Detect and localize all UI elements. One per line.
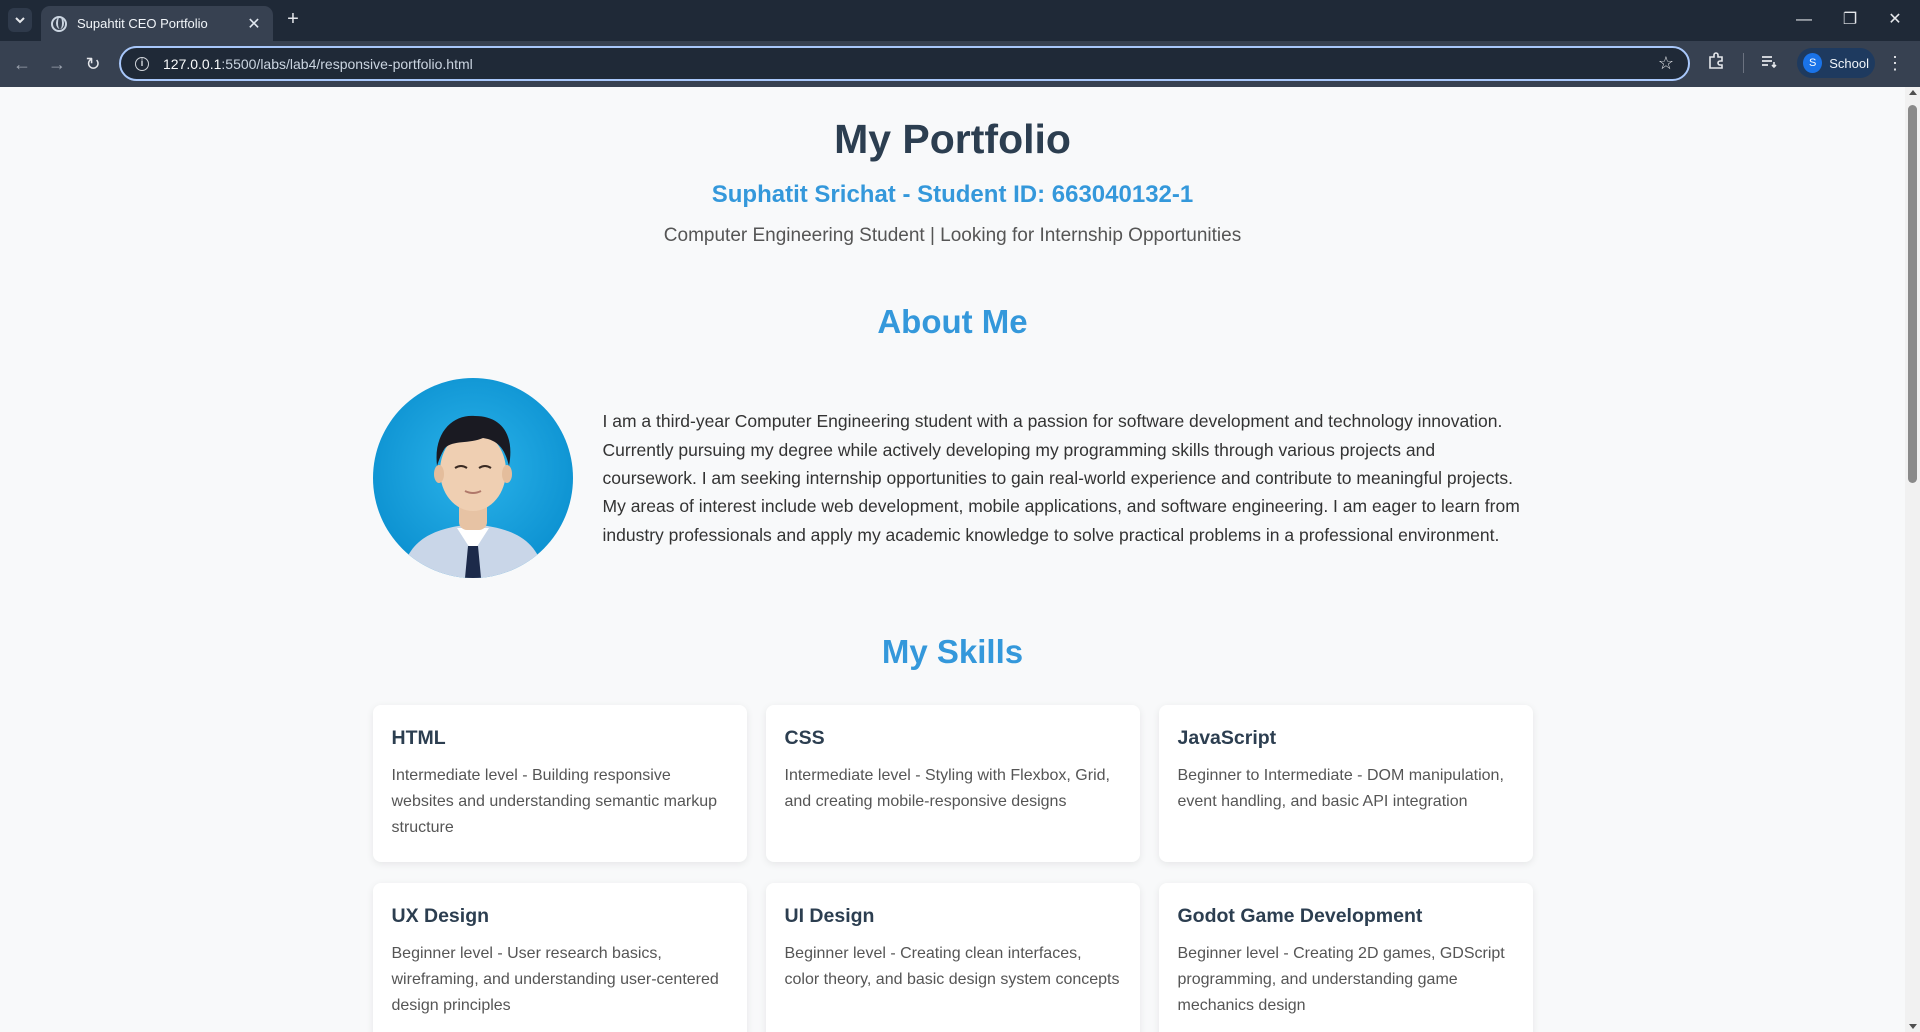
about-body: I am a third-year Computer Engineering s… — [372, 378, 1533, 579]
skill-name: HTML — [391, 727, 446, 750]
skills-grid: HTML Intermediate level - Building respo… — [372, 705, 1533, 1032]
skill-name: Godot Game Development — [1177, 905, 1423, 928]
tab-title: Supahtit CEO Portfolio — [77, 16, 208, 31]
minimize-icon[interactable]: — — [1789, 8, 1819, 32]
about-title: About Me — [877, 303, 1028, 341]
skill-description: Beginner level - Creating clean interfac… — [784, 945, 1120, 989]
back-arrow-icon[interactable]: ← — [10, 52, 34, 76]
address-bar[interactable]: i 127.0.0.1:5500/labs/lab4/responsive-po… — [119, 46, 1690, 81]
page-header: My Portfolio Suphatit Srichat - Student … — [373, 87, 1533, 247]
scrollbar-thumb[interactable] — [1908, 105, 1917, 483]
skill-name: CSS — [784, 727, 825, 750]
profile-photo — [372, 378, 573, 579]
page-title: My Portfolio — [834, 116, 1071, 162]
new-tab-icon[interactable]: + — [281, 8, 305, 32]
skill-description: Intermediate level - Building responsive… — [391, 767, 718, 837]
reload-icon[interactable]: ↻ — [81, 52, 105, 76]
url-text[interactable]: 127.0.0.1:5500/labs/lab4/responsive-port… — [163, 56, 1658, 72]
skill-card: UI Design Beginner level - Creating clea… — [765, 883, 1140, 1032]
skill-card: Godot Game Development Beginner level - … — [1158, 883, 1533, 1032]
forward-arrow-icon[interactable]: → — [45, 52, 69, 76]
scroll-up-arrow-icon[interactable] — [1909, 90, 1917, 95]
profile-button[interactable]: S School — [1797, 48, 1875, 78]
skill-card: UX Design Beginner level - User research… — [372, 883, 747, 1032]
skills-section: My Skills HTML Intermediate level - Buil… — [372, 633, 1533, 1032]
skills-title: My Skills — [881, 633, 1024, 671]
globe-icon — [51, 15, 67, 32]
skill-description: Intermediate level - Styling with Flexbo… — [784, 767, 1110, 811]
bookmark-star-icon[interactable]: ☆ — [1658, 53, 1674, 74]
toolbar-divider — [1743, 53, 1744, 73]
skill-name: UX Design — [391, 905, 490, 928]
page-scrollbar[interactable] — [1905, 87, 1920, 1032]
browser-toolbar: ← → ↻ i 127.0.0.1:5500/labs/lab4/respons… — [0, 41, 1920, 87]
close-window-icon[interactable]: ✕ — [1880, 8, 1910, 32]
skill-card: JavaScript Beginner to Intermediate - DO… — [1158, 705, 1533, 863]
skill-card: CSS Intermediate level - Styling with Fl… — [765, 705, 1140, 863]
skill-description: Beginner to Intermediate - DOM manipulat… — [1177, 767, 1504, 811]
reading-list-icon[interactable] — [1757, 52, 1781, 76]
skill-name: JavaScript — [1177, 727, 1277, 750]
browser-menu-icon[interactable]: ⋮ — [1886, 52, 1904, 74]
skill-description: Beginner level - Creating 2D games, GDSc… — [1177, 945, 1505, 1015]
page-content: My Portfolio Suphatit Srichat - Student … — [372, 87, 1533, 1032]
scroll-down-arrow-icon[interactable] — [1909, 1024, 1917, 1029]
profile-avatar: S — [1803, 53, 1823, 73]
browser-tab[interactable]: Supahtit CEO Portfolio ✕ — [41, 6, 273, 41]
about-text: I am a third-year Computer Engineering s… — [602, 411, 1520, 545]
student-name-id: Suphatit Srichat - Student ID: 663040132… — [711, 181, 1194, 209]
skill-name: UI Design — [784, 905, 875, 928]
site-info-icon[interactable]: i — [135, 56, 149, 71]
restore-icon[interactable]: ❐ — [1835, 8, 1865, 32]
browser-tab-strip: Supahtit CEO Portfolio ✕ + — ❐ ✕ — [0, 0, 1920, 41]
about-section: About Me I am a third-year Computer Engi… — [372, 303, 1533, 579]
tab-close-icon[interactable]: ✕ — [245, 14, 263, 34]
profile-label: School — [1829, 55, 1869, 71]
skill-card: HTML Intermediate level - Building respo… — [372, 705, 747, 863]
tab-search-chevron-icon[interactable] — [8, 8, 32, 32]
tagline: Computer Engineering Student | Looking f… — [663, 225, 1242, 247]
extensions-puzzle-icon[interactable] — [1704, 52, 1728, 76]
page-viewport: My Portfolio Suphatit Srichat - Student … — [0, 87, 1905, 1032]
skill-description: Beginner level - User research basics, w… — [391, 945, 719, 1015]
